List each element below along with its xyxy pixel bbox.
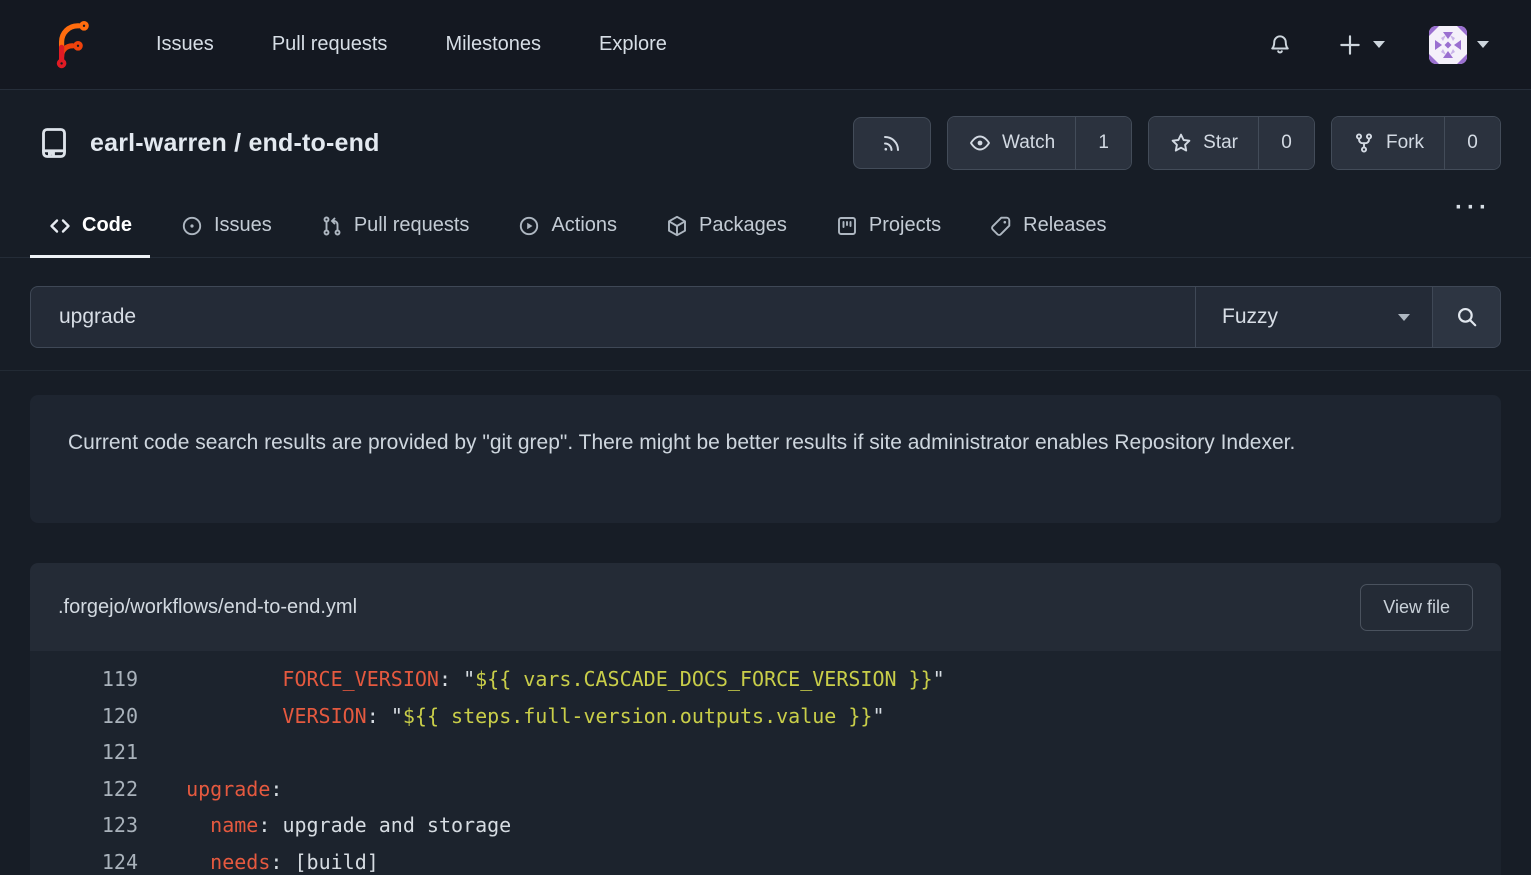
view-file-button[interactable]: View file	[1360, 584, 1473, 631]
line-number[interactable]: 124	[30, 844, 138, 875]
repo-title: earl-warren / end-to-end	[36, 125, 380, 161]
watch-button[interactable]: Watch	[948, 117, 1075, 169]
navbar-right	[1267, 26, 1489, 64]
notice-text: Current code search results are provided…	[68, 431, 1295, 454]
search-bar: Fuzzy	[30, 286, 1501, 348]
user-menu-dropdown[interactable]	[1429, 26, 1489, 64]
code-text: upgrade:	[138, 771, 282, 808]
repo-breadcrumb: earl-warren / end-to-end	[90, 129, 380, 158]
code-line: 124 needs: [build]	[30, 844, 1501, 875]
tab-projects[interactable]: Projects	[817, 194, 959, 257]
repo-tabs: Code Issues Pull requests Actions Packag…	[0, 194, 1531, 258]
line-number[interactable]: 119	[30, 661, 138, 698]
result-file-header: .forgejo/workflows/end-to-end.yml View f…	[30, 563, 1501, 651]
git-pull-request-icon	[320, 214, 344, 238]
star-icon	[1169, 131, 1193, 155]
tab-releases[interactable]: Releases	[971, 194, 1124, 257]
star-label: Star	[1203, 132, 1238, 154]
tab-label: Projects	[869, 214, 941, 237]
code-block: 119 FORCE_VERSION: "${{ vars.CASCADE_DOC…	[30, 651, 1501, 875]
issue-opened-icon	[180, 214, 204, 238]
watch-label: Watch	[1002, 132, 1055, 154]
avatar	[1429, 26, 1467, 64]
tab-code[interactable]: Code	[30, 194, 150, 257]
create-new-dropdown[interactable]	[1337, 32, 1385, 58]
tab-issues[interactable]: Issues	[162, 194, 290, 257]
search-mode-dropdown[interactable]: Fuzzy	[1195, 287, 1432, 347]
navbar-links: Issues Pull requests Milestones Explore	[156, 33, 667, 56]
tab-label: Issues	[214, 214, 272, 237]
project-board-icon	[835, 214, 859, 238]
fork-label: Fork	[1386, 132, 1424, 154]
search-result-card: .forgejo/workflows/end-to-end.yml View f…	[30, 563, 1501, 875]
line-number[interactable]: 122	[30, 771, 138, 808]
forgejo-logo[interactable]	[48, 19, 96, 71]
code-line: 122 upgrade:	[30, 771, 1501, 808]
tabs-overflow-button[interactable]: ···	[1455, 194, 1491, 257]
search-icon	[1454, 304, 1480, 330]
line-number[interactable]: 120	[30, 698, 138, 735]
tab-packages[interactable]: Packages	[647, 194, 805, 257]
repo-owner-link[interactable]: earl-warren	[90, 129, 227, 157]
code-text: FORCE_VERSION: "${{ vars.CASCADE_DOCS_FO…	[138, 661, 945, 698]
package-icon	[665, 214, 689, 238]
fork-count[interactable]: 0	[1444, 117, 1500, 169]
play-circle-icon	[517, 214, 541, 238]
tab-label: Pull requests	[354, 214, 470, 237]
tab-label: Releases	[1023, 214, 1106, 237]
bell-icon	[1267, 32, 1293, 58]
rss-icon	[880, 131, 904, 155]
code-text: name: upgrade and storage	[138, 807, 511, 844]
chevron-down-icon	[1398, 314, 1410, 321]
eye-icon	[968, 131, 992, 155]
line-number[interactable]: 121	[30, 734, 138, 771]
tag-icon	[989, 214, 1013, 238]
plus-icon	[1337, 32, 1363, 58]
tab-actions[interactable]: Actions	[499, 194, 635, 257]
star-count[interactable]: 0	[1258, 117, 1314, 169]
result-file-path[interactable]: .forgejo/workflows/end-to-end.yml	[58, 596, 357, 619]
watch-count[interactable]: 1	[1075, 117, 1131, 169]
rss-feed-button[interactable]	[853, 117, 931, 169]
breadcrumb-separator: /	[227, 129, 248, 157]
repo-actions: Watch 1 Star 0 Fork	[853, 116, 1501, 170]
repository-icon	[36, 125, 72, 161]
code-search-section: Fuzzy	[0, 258, 1531, 371]
repo-header: earl-warren / end-to-end Watch 1	[0, 90, 1531, 194]
search-mode-value: Fuzzy	[1222, 305, 1278, 329]
chevron-down-icon	[1373, 41, 1385, 48]
tab-pull-requests[interactable]: Pull requests	[302, 194, 488, 257]
fork-button[interactable]: Fork	[1332, 117, 1444, 169]
chevron-down-icon	[1477, 41, 1489, 48]
navbar-item-issues[interactable]: Issues	[156, 33, 214, 56]
line-number[interactable]: 123	[30, 807, 138, 844]
watch-button-group: Watch 1	[947, 116, 1132, 170]
code-line: 123 name: upgrade and storage	[30, 807, 1501, 844]
tab-label: Actions	[551, 214, 617, 237]
code-text: needs: [build]	[138, 844, 379, 875]
star-button-group: Star 0	[1148, 116, 1315, 170]
search-input[interactable]	[31, 287, 1195, 347]
code-line: 119 FORCE_VERSION: "${{ vars.CASCADE_DOC…	[30, 661, 1501, 698]
fork-icon	[1352, 131, 1376, 155]
top-navbar: Issues Pull requests Milestones Explore	[0, 0, 1531, 90]
search-notice: Current code search results are provided…	[30, 395, 1501, 523]
navbar-item-pull-requests[interactable]: Pull requests	[272, 33, 388, 56]
tab-label: Code	[82, 214, 132, 237]
code-line: 121	[30, 734, 1501, 771]
star-button[interactable]: Star	[1149, 117, 1258, 169]
code-icon	[48, 214, 72, 238]
search-submit-button[interactable]	[1432, 287, 1500, 347]
tab-label: Packages	[699, 214, 787, 237]
fork-button-group: Fork 0	[1331, 116, 1501, 170]
navbar-item-milestones[interactable]: Milestones	[445, 33, 541, 56]
navbar-item-explore[interactable]: Explore	[599, 33, 667, 56]
code-text	[138, 734, 162, 771]
repo-name-link[interactable]: end-to-end	[248, 129, 379, 157]
code-text: VERSION: "${{ steps.full-version.outputs…	[138, 698, 885, 735]
code-line: 120 VERSION: "${{ steps.full-version.out…	[30, 698, 1501, 735]
notifications-button[interactable]	[1267, 32, 1293, 58]
